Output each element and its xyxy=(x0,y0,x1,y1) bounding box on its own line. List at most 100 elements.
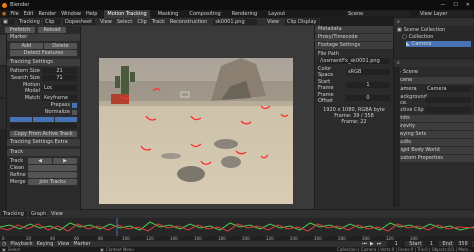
tab-solve-icon[interactable] xyxy=(0,67,6,97)
clean-label: Clean xyxy=(10,165,25,171)
menu-track[interactable]: Track xyxy=(152,19,165,25)
menu-edit[interactable]: Edit xyxy=(24,11,34,17)
gravity-header[interactable]: Gravity xyxy=(394,123,474,130)
menu-file[interactable]: File xyxy=(10,11,18,17)
menu-window[interactable]: Window xyxy=(61,11,81,17)
track-label: Track xyxy=(10,158,24,164)
maximize-button[interactable]: ☐ xyxy=(453,2,457,8)
tab-compositing[interactable]: Compositing xyxy=(186,10,223,18)
join-tracks-button[interactable]: Join Tracks xyxy=(28,179,77,185)
track-forwards-button[interactable]: ▶ xyxy=(53,158,77,164)
close-button[interactable]: ✕ xyxy=(466,2,470,8)
background-scene-label: Background Sce. xyxy=(397,94,427,106)
file-path-field[interactable]: /\osmentFx_sk0001.png xyxy=(318,58,390,64)
tab-rendering[interactable]: Rendering xyxy=(229,10,261,18)
copy-from-active-track-button[interactable]: Copy From Active Track xyxy=(10,131,77,137)
tracking-settings-header[interactable]: Tracking Settings xyxy=(7,59,80,66)
prepass-label: Prepass xyxy=(50,102,70,108)
prefetch-button[interactable]: Prefetch xyxy=(5,27,35,33)
graph-area[interactable] xyxy=(0,218,474,236)
clip-selector[interactable]: sk0001.png xyxy=(213,19,258,25)
menu-render[interactable]: Render xyxy=(38,11,56,17)
menu-reconstruction[interactable]: Reconstruction xyxy=(170,19,207,25)
side-tab-strip xyxy=(0,34,6,234)
scene-selector[interactable]: Scene xyxy=(346,11,410,17)
clip-view-menu[interactable]: View xyxy=(267,19,279,25)
clip-sidebar: Metadata Proxy/Timecode Footage Settings… xyxy=(315,26,393,209)
audio-header[interactable]: Audio xyxy=(394,139,474,146)
tab-annotation-icon[interactable] xyxy=(0,99,6,129)
start-frame-field[interactable]: 1 xyxy=(346,82,390,88)
clip-display-dropdown[interactable]: Clip Display xyxy=(285,19,319,25)
channel-g-toggle[interactable] xyxy=(32,117,55,122)
collection-item[interactable]: Collection xyxy=(409,34,434,40)
menu-help[interactable]: Help xyxy=(86,11,97,17)
graph-view-mode[interactable]: Graph xyxy=(29,211,47,217)
keying-sets-header[interactable]: Keying Sets xyxy=(394,131,474,138)
properties-search-icon[interactable]: ⌕ xyxy=(397,60,400,66)
outliner-search-icon[interactable]: ⌕ xyxy=(397,19,400,25)
editor-type-selector[interactable]: ▣ xyxy=(1,19,15,25)
outliner: ⌕ ▣ Scene Collection ▢ Collection ◣ Camera xyxy=(394,18,474,58)
scene-collection-item[interactable]: Scene Collection xyxy=(404,27,446,33)
active-clip-field[interactable] xyxy=(425,107,471,113)
tab-motion-tracking[interactable]: Motion Tracking xyxy=(104,10,150,18)
view-mode-selector[interactable]: Clip xyxy=(43,19,61,25)
pattern-size-field[interactable]: 21 xyxy=(42,68,77,74)
camera-field[interactable]: Camera xyxy=(425,86,471,92)
start-frame-label: Start Frame xyxy=(318,79,334,91)
reload-button[interactable]: Reload xyxy=(38,27,66,33)
refine-button[interactable] xyxy=(28,172,77,178)
footage-settings-header[interactable]: Footage Settings xyxy=(315,42,393,49)
menu-clip[interactable]: Clip xyxy=(137,19,146,25)
menu-select[interactable]: Select xyxy=(117,19,132,25)
marker-panel-header[interactable]: Marker xyxy=(7,34,80,41)
properties-tab-column xyxy=(394,67,400,207)
tab-masking[interactable]: Masking xyxy=(155,10,182,18)
search-size-field[interactable]: 71 xyxy=(42,75,77,81)
camera-item[interactable]: Camera xyxy=(412,41,432,47)
channel-r-toggle[interactable] xyxy=(10,117,32,122)
metadata-header[interactable]: Metadata xyxy=(315,26,393,33)
weight-field[interactable] xyxy=(10,123,77,129)
minimize-button[interactable]: — xyxy=(440,2,445,8)
color-space-dropdown[interactable]: sRGB xyxy=(346,69,390,75)
rigid-body-world-header[interactable]: Rigid Body World xyxy=(394,147,474,154)
motion-model-dropdown[interactable]: Loc xyxy=(42,85,77,91)
mode-selector[interactable]: Tracking xyxy=(17,19,41,25)
match-dropdown[interactable]: Keyframe xyxy=(42,95,77,101)
frame-offset-label: Frame Offset xyxy=(318,92,334,104)
clip-footage[interactable] xyxy=(81,26,314,209)
prepass-checkbox[interactable] xyxy=(72,102,77,108)
detect-features-button[interactable]: Detect Features xyxy=(10,50,77,56)
background-scene-field[interactable] xyxy=(425,97,471,103)
graph-editor-type[interactable]: Tracking xyxy=(1,211,27,217)
add-marker-button[interactable]: Add xyxy=(10,43,43,49)
tracking-settings-extra-header[interactable]: Tracking Settings Extra xyxy=(7,139,80,146)
blender-menu-icon[interactable]: ◉ xyxy=(2,11,6,17)
delete-marker-button[interactable]: Delete xyxy=(44,43,77,49)
graph-header: Tracking Graph View xyxy=(0,210,474,218)
pattern-size-label: Pattern Size xyxy=(10,68,40,74)
track-backwards-button[interactable]: ◀ xyxy=(28,158,52,164)
status-bar: ▣ Select ▣ Context Menu Collection | Cam… xyxy=(0,247,474,252)
clean-button[interactable] xyxy=(28,165,77,171)
custom-properties-header[interactable]: Custom Properties xyxy=(394,155,474,162)
clip-viewport[interactable] xyxy=(81,26,314,209)
frame-offset-field[interactable]: 0 xyxy=(346,95,390,101)
blender-logo-icon xyxy=(2,2,7,8)
dopesheet-selector[interactable]: Dopesheet xyxy=(63,19,95,25)
scene-section-header[interactable]: Scene xyxy=(394,77,474,84)
track-section-header[interactable]: Track xyxy=(7,149,80,156)
graph-menu-view[interactable]: View xyxy=(51,211,63,217)
channel-b-toggle[interactable] xyxy=(55,117,78,122)
view-layer-selector[interactable]: View Layer xyxy=(418,11,472,17)
scene-collection-icon: ▣ xyxy=(397,27,402,33)
units-header[interactable]: Units xyxy=(394,115,474,122)
proxy-timecode-header[interactable]: Proxy/Timecode xyxy=(315,34,393,41)
tab-track-icon[interactable] xyxy=(0,35,6,65)
tab-layout[interactable]: Layout xyxy=(265,10,288,18)
menu-view[interactable]: View xyxy=(100,19,112,25)
normalize-checkbox[interactable] xyxy=(72,109,77,115)
match-label: Match xyxy=(24,95,40,101)
